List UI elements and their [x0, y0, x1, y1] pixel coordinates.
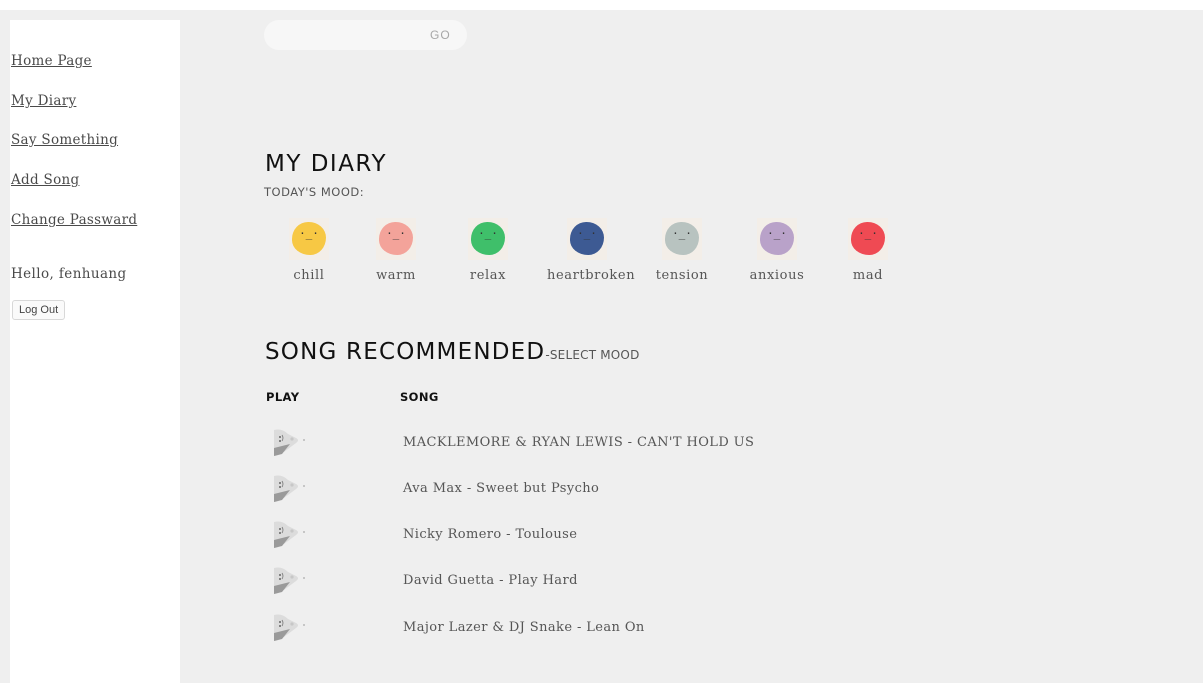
song-row: David Guetta - Play Hard: [270, 564, 870, 600]
nav-say-something[interactable]: Say Something: [11, 132, 118, 148]
songs-heading: SONG RECOMMENDED-SELECT MOOD: [265, 339, 640, 365]
mood-tile: ·_·: [567, 218, 607, 260]
mood-label: tension: [655, 268, 709, 283]
mood-label: heartbroken: [547, 268, 636, 283]
song-title[interactable]: Nicky Romero - Toulouse: [403, 527, 577, 542]
mood-tile: ·_·: [289, 218, 329, 260]
mood-label: chill: [293, 268, 325, 283]
mood-prompt: TODAY'S MOOD:: [264, 185, 365, 199]
song-row: Nicky Romero - Toulouse: [270, 518, 870, 554]
song-title[interactable]: David Guetta - Play Hard: [403, 573, 578, 588]
song-row: Major Lazer & DJ Snake - Lean On: [270, 611, 870, 647]
mood-option-relax[interactable]: ·_·relax: [448, 218, 528, 283]
face-expression: ·_·: [672, 227, 692, 240]
mood-label: mad: [852, 268, 884, 283]
song-row: MACKLEMORE & RYAN LEWIS - CAN'T HOLD US: [270, 426, 870, 462]
nav-change-password[interactable]: Change Passward: [11, 212, 137, 228]
face-expression: ·_·: [299, 227, 319, 240]
mood-tile: ·_·: [757, 218, 797, 260]
song-title[interactable]: MACKLEMORE & RYAN LEWIS - CAN'T HOLD US: [403, 435, 754, 450]
column-header-song: SONG: [400, 390, 439, 404]
mood-tile: ·_·: [662, 218, 702, 260]
mood-tile: ·_·: [468, 218, 508, 260]
face-expression: ·_·: [478, 227, 498, 240]
play-icon[interactable]: [270, 611, 310, 645]
mood-option-tension[interactable]: ·_·tension: [642, 218, 722, 283]
search-go-button[interactable]: GO: [430, 28, 451, 42]
face-expression: ·_·: [386, 227, 406, 240]
search-input[interactable]: [274, 26, 428, 46]
column-header-play: PLAY: [266, 390, 300, 404]
play-icon[interactable]: [270, 518, 310, 552]
logout-button[interactable]: Log Out: [12, 300, 66, 320]
mood-option-mad[interactable]: ·_·mad: [828, 218, 908, 283]
songs-title: SONG RECOMMENDED: [265, 339, 546, 365]
search-bar: GO: [264, 20, 467, 50]
mood-label: warm: [376, 268, 416, 283]
mood-label: anxious: [749, 268, 805, 283]
songs-subtitle: -SELECT MOOD: [545, 348, 640, 362]
mood-option-anxious[interactable]: ·_·anxious: [737, 218, 817, 283]
song-title[interactable]: Ava Max - Sweet but Psycho: [403, 481, 599, 496]
mood-tile: ·_·: [848, 218, 888, 260]
song-title[interactable]: Major Lazer & DJ Snake - Lean On: [403, 620, 645, 635]
mood-label: relax: [469, 268, 507, 283]
nav-my-diary[interactable]: My Diary: [11, 93, 76, 109]
play-icon[interactable]: [270, 472, 310, 506]
mood-tile: ·_·: [376, 218, 416, 260]
mood-option-heartbroken[interactable]: ·_· heartbroken: [547, 218, 636, 283]
song-row: Ava Max - Sweet but Psycho: [270, 472, 870, 508]
sidebar: Home Page My Diary Say Something Add Son…: [10, 20, 180, 683]
face-expression: ·_·: [858, 227, 878, 240]
greeting: Hello, fenhuang: [11, 266, 127, 282]
page-title: MY DIARY: [265, 151, 387, 177]
face-expression: ·_·: [767, 227, 787, 240]
mood-option-warm[interactable]: ·_·warm: [356, 218, 436, 283]
play-icon[interactable]: [270, 426, 310, 460]
mood-option-chill[interactable]: ·_·chill: [269, 218, 349, 283]
play-icon[interactable]: [270, 564, 310, 598]
face-expression: ·_·: [577, 227, 597, 240]
nav-add-song[interactable]: Add Song: [11, 172, 79, 188]
nav-home-page[interactable]: Home Page: [11, 53, 92, 69]
